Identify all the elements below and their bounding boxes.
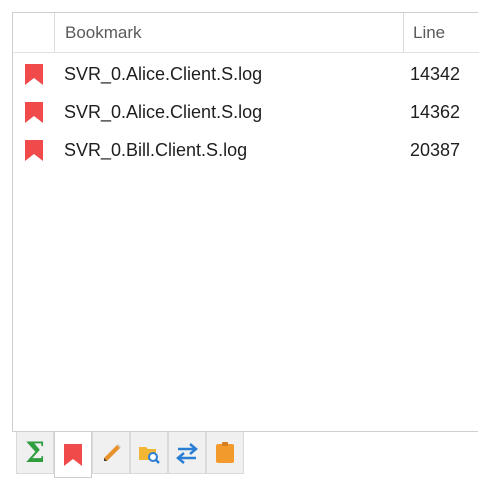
- bookmark-icon: [25, 64, 43, 85]
- table-row[interactable]: SVR_0.Alice.Client.S.log 14342: [13, 55, 479, 93]
- bookmark-column-header[interactable]: Bookmark: [55, 13, 404, 52]
- folder-search-icon: [139, 446, 160, 464]
- swap-arrows-icon: [176, 442, 198, 464]
- tab-bookmarks[interactable]: [54, 432, 92, 478]
- tab-find-files[interactable]: [130, 432, 168, 474]
- bookmark-line-number: 14362: [410, 102, 461, 122]
- bookmark-icon: [64, 443, 82, 466]
- bookmark-file-name: SVR_0.Alice.Client.S.log: [64, 102, 263, 122]
- tab-statistics[interactable]: Σ: [16, 432, 54, 474]
- table-header: Bookmark Line: [13, 13, 479, 53]
- note-icon: [216, 441, 234, 463]
- tab-notes[interactable]: [206, 432, 244, 474]
- tab-compare[interactable]: [168, 432, 206, 474]
- bookmark-icon: [25, 140, 43, 161]
- table-row[interactable]: SVR_0.Bill.Client.S.log 20387: [13, 131, 479, 169]
- line-column-header[interactable]: Line: [404, 13, 479, 52]
- sigma-icon: Σ: [25, 435, 45, 469]
- pencil-icon: [104, 443, 121, 461]
- bookmark-icon: [25, 102, 43, 123]
- bookmark-line-number: 14342: [410, 64, 461, 84]
- bookmark-line-number: 20387: [410, 140, 461, 160]
- bottom-tab-bar: Σ: [12, 432, 478, 479]
- bookmark-file-name: SVR_0.Bill.Client.S.log: [64, 140, 248, 160]
- table-row[interactable]: SVR_0.Alice.Client.S.log 14362: [13, 93, 479, 131]
- bookmarks-panel: Bookmark Line SVR_0.Alice.Client.S.log 1…: [12, 12, 479, 432]
- icon-column-header[interactable]: [13, 13, 55, 52]
- bookmark-file-name: SVR_0.Alice.Client.S.log: [64, 64, 263, 84]
- tab-edit[interactable]: [92, 432, 130, 474]
